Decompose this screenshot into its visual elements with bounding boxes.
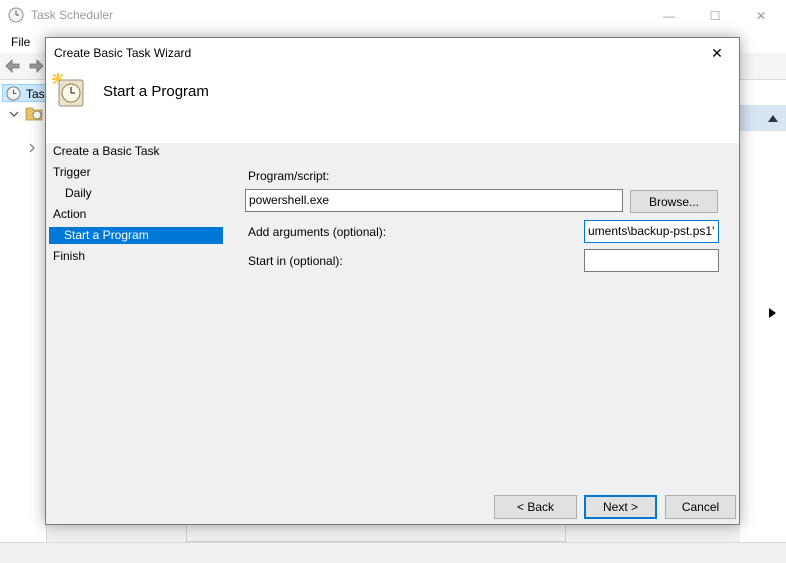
wizard-body: Create a Basic Task Trigger Daily Action… xyxy=(46,143,739,524)
actions-pane-header xyxy=(740,105,786,131)
add-arguments-value: uments\backup-pst.ps1' xyxy=(588,224,715,238)
step-start-a-program[interactable]: Start a Program xyxy=(49,227,223,244)
step-action[interactable]: Action xyxy=(53,206,86,223)
close-icon: ✕ xyxy=(711,44,723,61)
minimize-icon: — xyxy=(663,8,675,23)
main-window-title: Task Scheduler xyxy=(31,8,114,22)
program-script-value: powershell.exe xyxy=(249,193,330,207)
cancel-button-label: Cancel xyxy=(681,500,720,514)
main-titlebar: Task Scheduler — ☐ ✕ xyxy=(0,0,786,31)
tree-item-label: Tas xyxy=(26,87,45,101)
submenu-arrow-icon[interactable] xyxy=(769,308,777,318)
back-button[interactable]: < Back xyxy=(494,495,577,519)
program-script-label: Program/script: xyxy=(248,169,330,183)
wizard-page-title: Start a Program xyxy=(103,83,209,100)
browse-button[interactable]: Browse... xyxy=(630,190,718,213)
console-tree xyxy=(0,80,47,542)
close-window-button[interactable]: ✕ xyxy=(738,0,784,31)
back-button-label: < Back xyxy=(516,500,555,514)
maximize-button[interactable]: ☐ xyxy=(692,0,738,31)
task-scheduler-clock-icon xyxy=(8,7,24,23)
maximize-icon: ☐ xyxy=(709,8,721,23)
step-daily[interactable]: Daily xyxy=(65,185,92,202)
program-script-input[interactable]: powershell.exe xyxy=(245,189,623,212)
start-in-label: Start in (optional): xyxy=(248,254,343,268)
next-button[interactable]: Next > xyxy=(584,495,657,519)
step-finish[interactable]: Finish xyxy=(53,248,85,265)
wizard-title: Create Basic Task Wizard xyxy=(54,46,192,60)
folder-clock-icon xyxy=(25,107,43,121)
create-basic-task-wizard: Create Basic Task Wizard ✕ Start a Progr… xyxy=(45,37,740,525)
forward-arrow-icon[interactable] xyxy=(28,58,44,74)
tree-clock-icon xyxy=(6,86,21,101)
step-trigger[interactable]: Trigger xyxy=(53,164,91,181)
status-bar xyxy=(0,542,786,563)
wizard-header: Start a Program xyxy=(46,68,739,143)
add-arguments-input[interactable]: uments\backup-pst.ps1' xyxy=(584,220,719,243)
next-button-label: Next > xyxy=(602,500,638,514)
browse-button-label: Browse... xyxy=(648,194,699,209)
wizard-titlebar: Create Basic Task Wizard ✕ xyxy=(46,38,739,68)
collapse-up-icon[interactable] xyxy=(768,114,778,122)
wizard-close-button[interactable]: ✕ xyxy=(695,38,739,68)
cancel-button[interactable]: Cancel xyxy=(665,495,736,519)
step-create-basic-task[interactable]: Create a Basic Task xyxy=(53,143,160,160)
close-icon: ✕ xyxy=(755,8,767,23)
chevron-right-icon[interactable] xyxy=(27,143,37,153)
start-in-input[interactable] xyxy=(584,249,719,272)
menu-file[interactable]: File xyxy=(11,35,30,49)
actions-pane xyxy=(740,80,786,542)
minimize-button[interactable]: — xyxy=(646,0,692,31)
back-arrow-icon[interactable] xyxy=(5,58,21,74)
task-clock-sun-icon xyxy=(52,73,84,107)
bottom-panel xyxy=(186,522,566,542)
chevron-down-icon[interactable] xyxy=(9,109,19,119)
add-arguments-label: Add arguments (optional): xyxy=(248,225,387,239)
